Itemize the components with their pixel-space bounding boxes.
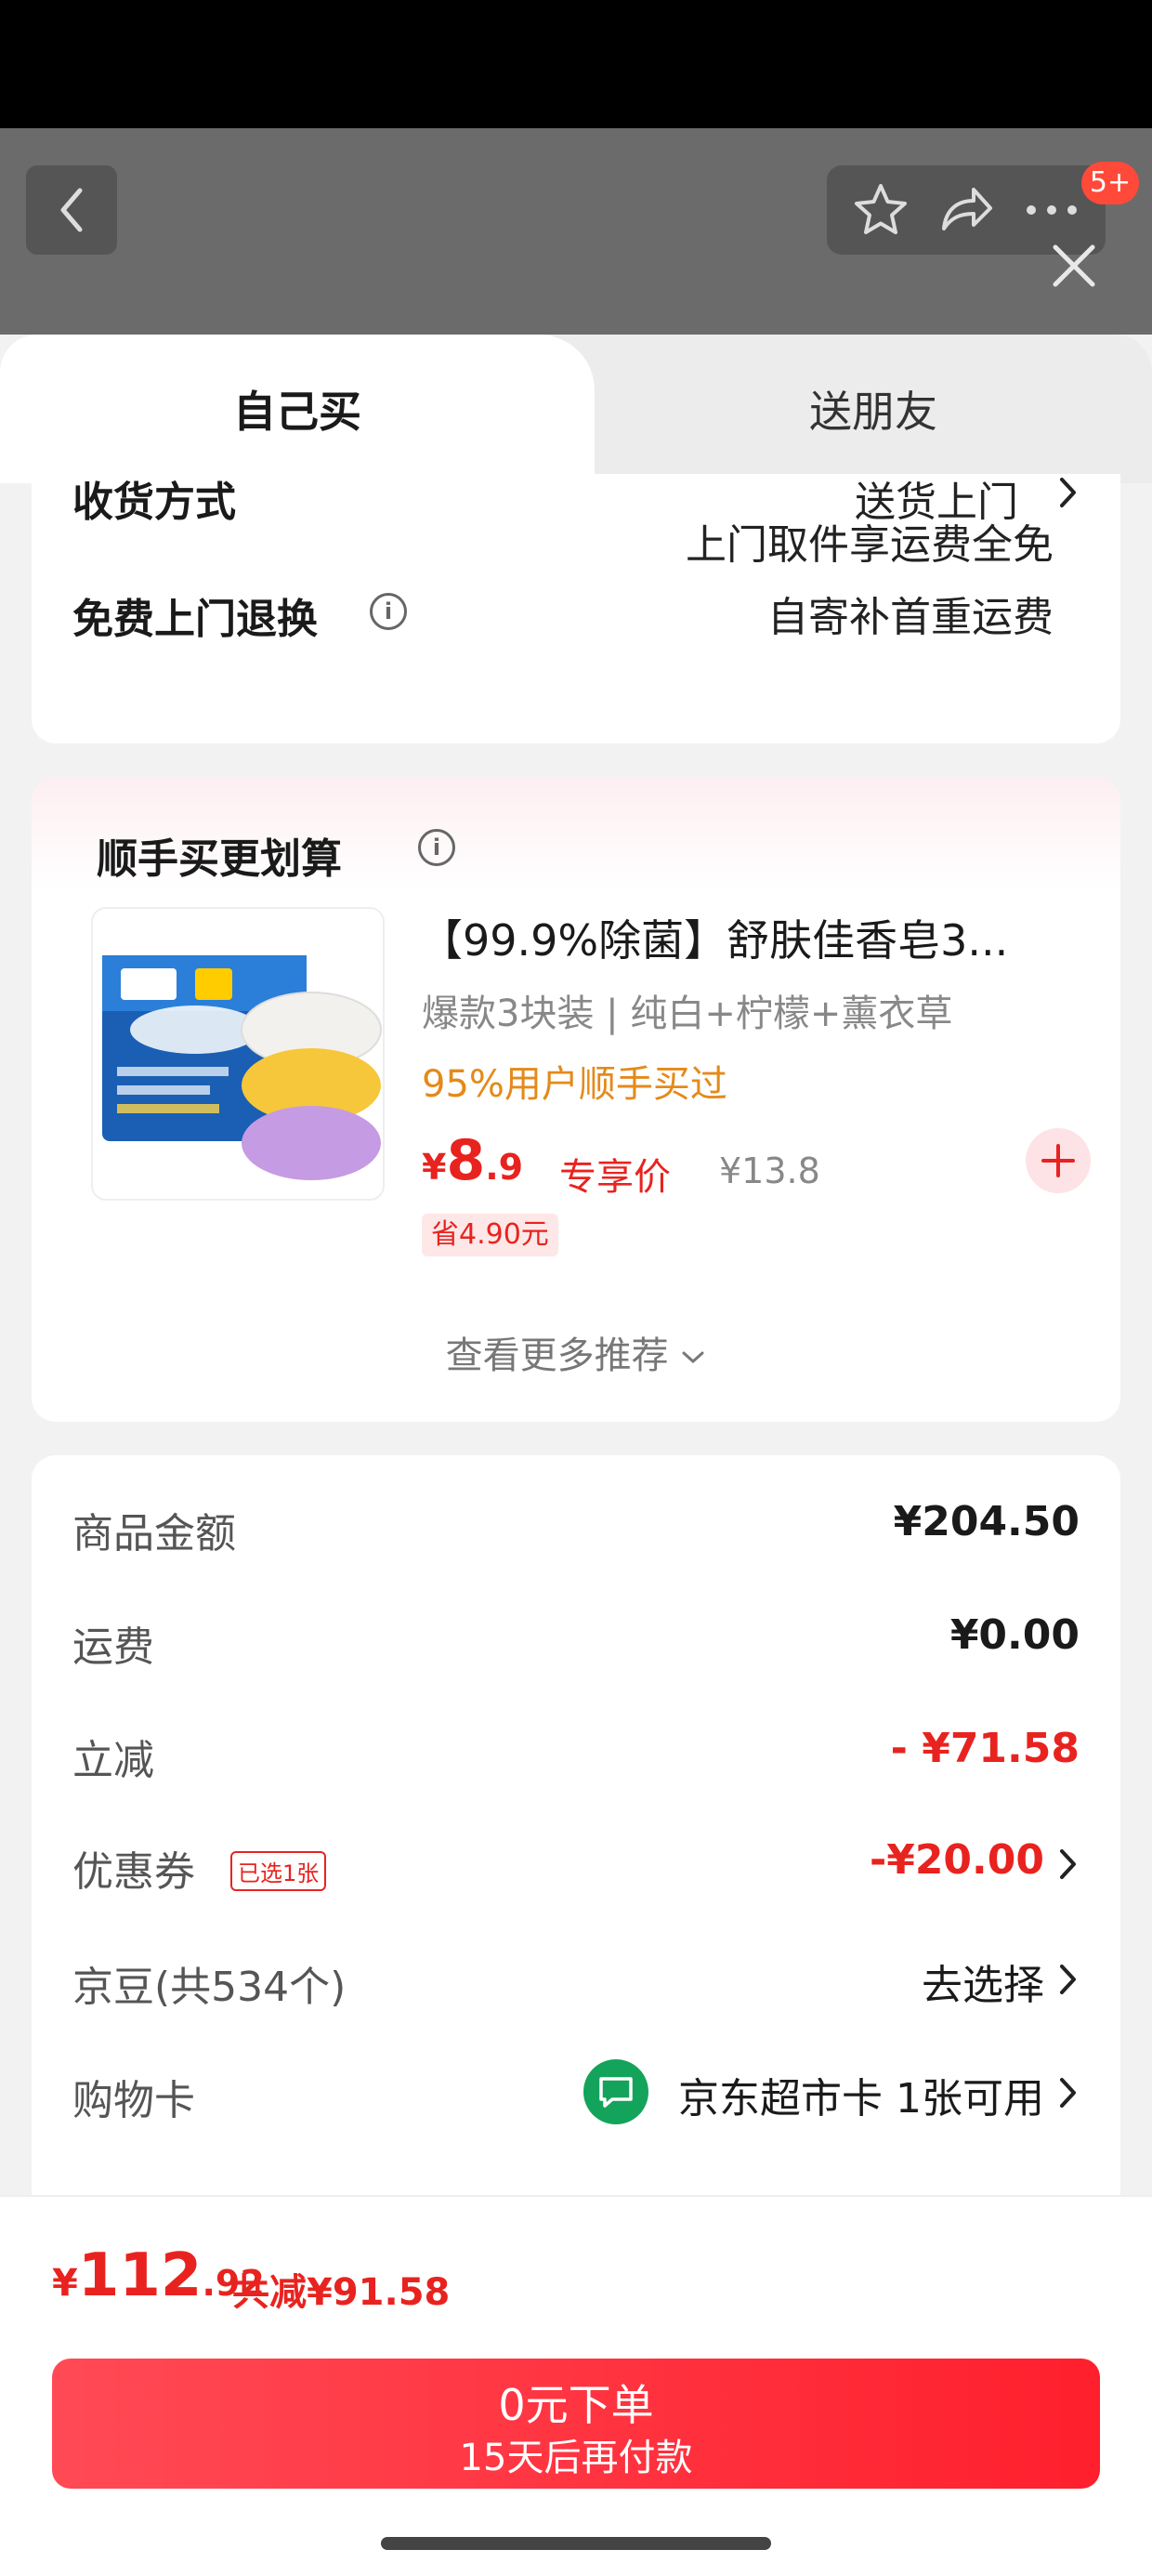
summary-label: 购物卡	[72, 2077, 195, 2124]
summary-value: - ¥71.58	[890, 1725, 1080, 1772]
add-to-order-button[interactable]	[1026, 1128, 1091, 1193]
chevron-left-icon	[60, 188, 83, 232]
summary-label: 京豆(共534个)	[72, 1964, 347, 2011]
checkout-bar: ¥112.92 共减¥91.58 0元下单 15天后再付款	[0, 2195, 1152, 2576]
close-icon[interactable]	[1046, 238, 1102, 294]
summary-value: -¥20.00	[869, 1836, 1044, 1884]
total-integer: 112	[77, 2241, 203, 2310]
free-return-line1: 上门取件享运费全免	[686, 521, 1054, 569]
free-return-label: 免费上门退换	[72, 596, 318, 643]
product-image[interactable]	[91, 907, 385, 1201]
delivery-method-label: 收货方式	[72, 479, 236, 526]
chevron-right-icon	[1060, 1849, 1076, 1879]
place-order-button[interactable]: 0元下单 15天后再付款	[52, 2359, 1100, 2489]
bought-hint: 95%用户顺手买过	[422, 1063, 727, 1106]
message-badge: 5+	[1081, 162, 1139, 204]
back-button[interactable]	[26, 165, 117, 255]
summary-row-discount: 立减 - ¥71.58	[72, 1715, 1080, 1790]
price-decimal: .9	[485, 1147, 524, 1188]
chat-card-icon	[583, 2059, 648, 2124]
plus-icon	[1041, 1144, 1075, 1177]
share-icon[interactable]	[936, 180, 996, 240]
summary-label: 立减	[72, 1737, 154, 1784]
product-price: ¥8.9	[422, 1128, 523, 1193]
save-chip: 省4.90元	[422, 1214, 558, 1256]
summary-value: 去选择	[922, 1962, 1044, 2009]
summary-label: 运费	[72, 1623, 154, 1671]
summary-row-shopping-card[interactable]: 购物卡 京东超市卡 1张可用	[72, 2056, 1080, 2130]
exclusive-price-tag: 专享价	[559, 1156, 671, 1199]
tab-self-buy[interactable]: 自己买	[0, 335, 595, 483]
summary-value: 京东超市卡 1张可用	[678, 2075, 1044, 2123]
chevron-down-icon	[682, 1351, 704, 1364]
total-symbol: ¥	[52, 2262, 78, 2305]
chevron-right-icon[interactable]	[1057, 474, 1080, 511]
tab-gift[interactable]: 送朋友	[595, 335, 1152, 483]
summary-row-coupon[interactable]: 优惠券 已选1张 -¥20.00	[72, 1827, 1080, 1901]
price-integer: 8	[446, 1128, 486, 1193]
product-name[interactable]: 【99.9%除菌】舒肤佳香皂3...	[420, 907, 1107, 968]
order-button-sublabel: 15天后再付款	[459, 2437, 693, 2479]
home-indicator[interactable]	[381, 2537, 771, 2550]
total-saved[interactable]: 共减¥91.58	[232, 2262, 450, 2316]
summary-row-goods: 商品金额 ¥204.50	[72, 1489, 1080, 1563]
chevron-right-icon	[1060, 2078, 1076, 2108]
more-icon[interactable]	[1022, 180, 1081, 240]
info-icon[interactable]: i	[370, 593, 407, 630]
summary-value: ¥0.00	[949, 1611, 1080, 1659]
summary-label: 商品金额	[72, 1510, 236, 1557]
star-icon[interactable]	[851, 180, 910, 240]
summary-row-jingdou[interactable]: 京豆(共534个) 去选择	[72, 1942, 1080, 2017]
chevron-right-icon	[1060, 1965, 1076, 1994]
soap-product-image	[102, 955, 382, 1180]
delivery-card: 收货方式 送货上门 免费上门退换 i 上门取件享运费全免 自寄补首重运费	[32, 474, 1120, 743]
price-symbol: ¥	[422, 1147, 447, 1188]
more-recommendations[interactable]: 查看更多推荐	[32, 1325, 1120, 1379]
free-return-line2: 自寄补首重运费	[767, 594, 1054, 641]
original-price: ¥13.8	[719, 1150, 820, 1191]
more-recommendations-label: 查看更多推荐	[445, 1334, 669, 1377]
coupon-selected-tag: 已选1张	[230, 1851, 327, 1891]
upsell-card: 顺手买更划算 i 【99.9%除菌】舒肤佳香皂3... 爆款3块装 | 纯白+柠…	[32, 777, 1120, 1422]
order-button-label: 0元下单	[498, 2380, 654, 2430]
upsell-title: 顺手买更划算	[97, 835, 342, 883]
product-spec: 爆款3块装 | 纯白+柠檬+薰衣草	[422, 992, 953, 1035]
summary-value: ¥204.50	[893, 1498, 1080, 1545]
summary-label: 优惠券	[72, 1848, 195, 1896]
info-icon[interactable]: i	[418, 829, 455, 866]
summary-row-shipping: 运费 ¥0.00	[72, 1602, 1080, 1676]
tab-bar: 送朋友 自己买	[0, 335, 1152, 483]
status-bar	[0, 0, 1152, 128]
